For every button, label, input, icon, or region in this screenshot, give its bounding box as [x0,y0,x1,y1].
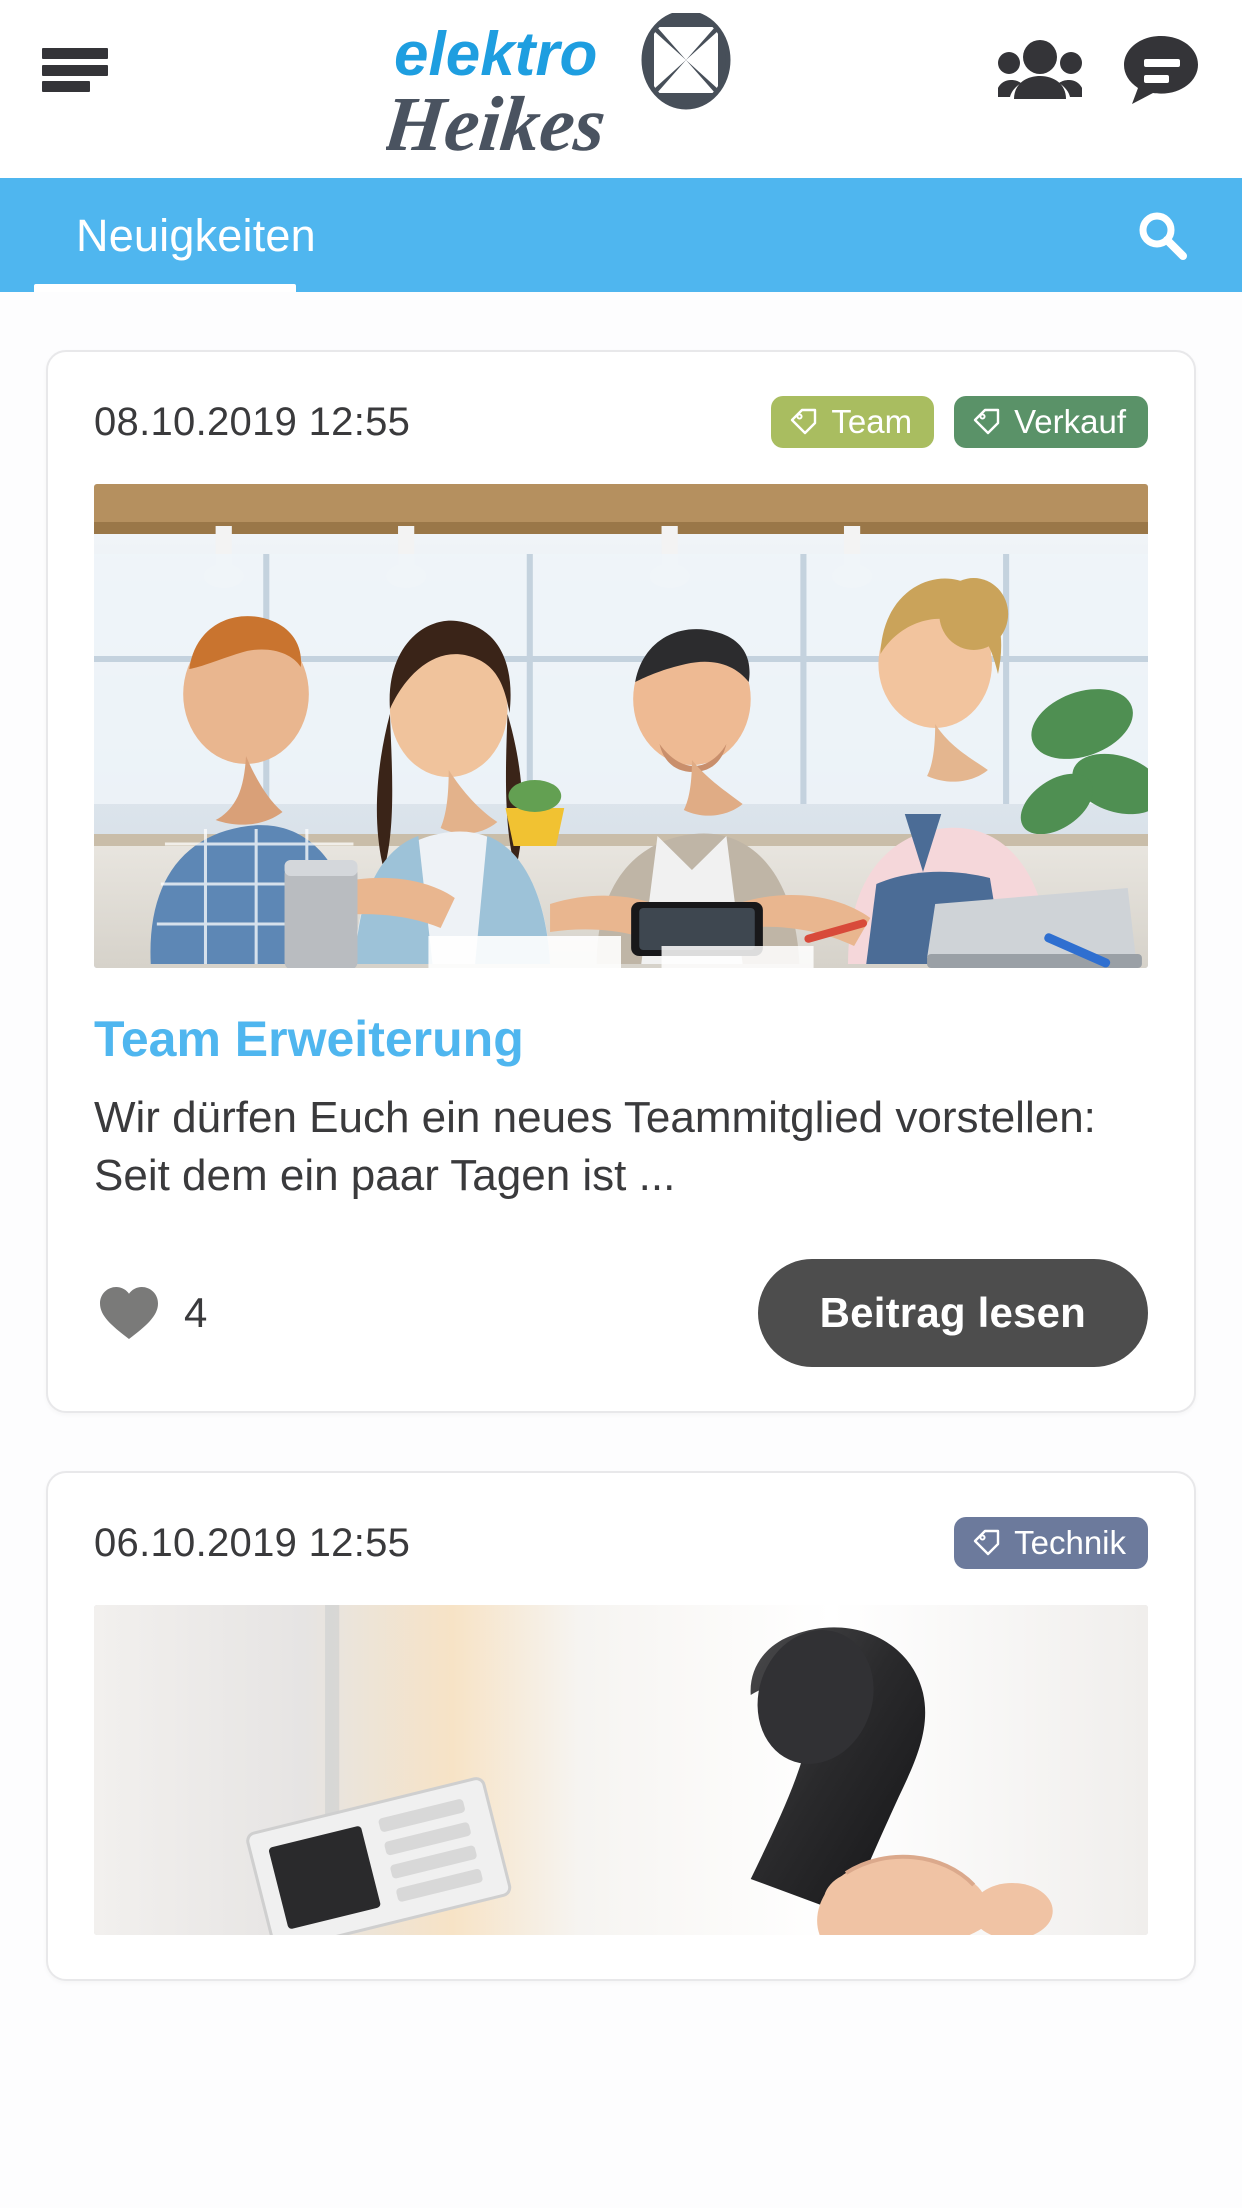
tab-active-indicator [34,284,296,292]
tag-verkauf[interactable]: Verkauf [954,396,1148,448]
like-control[interactable]: 4 [94,1285,207,1341]
telephone-handset-photo [94,1605,1148,1936]
app-header: elektro Heikes [0,0,1242,178]
post-excerpt: Wir dürfen Euch ein neues Teammitglied v… [94,1093,1096,1201]
news-card[interactable]: 08.10.2019 12:55 Team Verkauf Team Erwei… [46,350,1196,1414]
tag-team[interactable]: Team [771,396,935,448]
card-header: 08.10.2019 12:55 Team Verkauf [94,394,1148,450]
post-timestamp: 06.10.2019 12:55 [94,1520,411,1565]
header-actions [998,34,1200,106]
post-title[interactable]: Team Erweiterung [94,1012,1148,1067]
tab-neuigkeiten[interactable]: Neuigkeiten [0,178,372,292]
svg-text:elektro: elektro [394,20,597,89]
news-card[interactable]: 06.10.2019 12:55 Technik [46,1471,1196,1982]
tab-bar: Neuigkeiten [0,178,1242,292]
hamburger-bar-1 [42,48,108,59]
hamburger-bar-2 [42,64,108,76]
post-image-telephone[interactable] [94,1605,1148,1936]
people-group-icon[interactable] [998,37,1082,103]
team-meeting-photo [94,484,1148,968]
card-footer: 4 Beitrag lesen [94,1259,1148,1368]
tag-icon [973,408,1000,435]
read-post-button[interactable]: Beitrag lesen [757,1259,1148,1368]
card-header: 06.10.2019 12:55 Technik [94,1515,1148,1571]
tag-list: Team Verkauf [771,396,1148,448]
hamburger-bar-3 [42,81,90,92]
tag-icon [791,408,817,435]
elektro-heikes-logo: elektro Heikes [386,13,731,163]
search-button[interactable] [1130,203,1194,267]
tag-icon [973,1529,1000,1556]
tag-label: Verkauf [1014,403,1126,440]
heart-icon [100,1287,158,1340]
svg-text:Heikes: Heikes [386,80,610,163]
search-icon [1139,212,1187,260]
speech-bubble-icon[interactable] [1122,34,1200,106]
tag-label: Technik [1014,1524,1126,1562]
hamburger-menu-icon[interactable] [42,48,108,92]
like-count: 4 [184,1289,208,1337]
tag-technik[interactable]: Technik [954,1517,1148,1570]
post-timestamp: 08.10.2019 12:55 [94,399,411,444]
post-image-team-meeting[interactable] [94,484,1148,968]
tag-list: Technik [954,1517,1148,1570]
tab-label: Neuigkeiten [76,209,316,261]
tag-label: Team [831,403,913,440]
news-feed: 08.10.2019 12:55 Team Verkauf Team Erwei… [0,292,1242,1982]
